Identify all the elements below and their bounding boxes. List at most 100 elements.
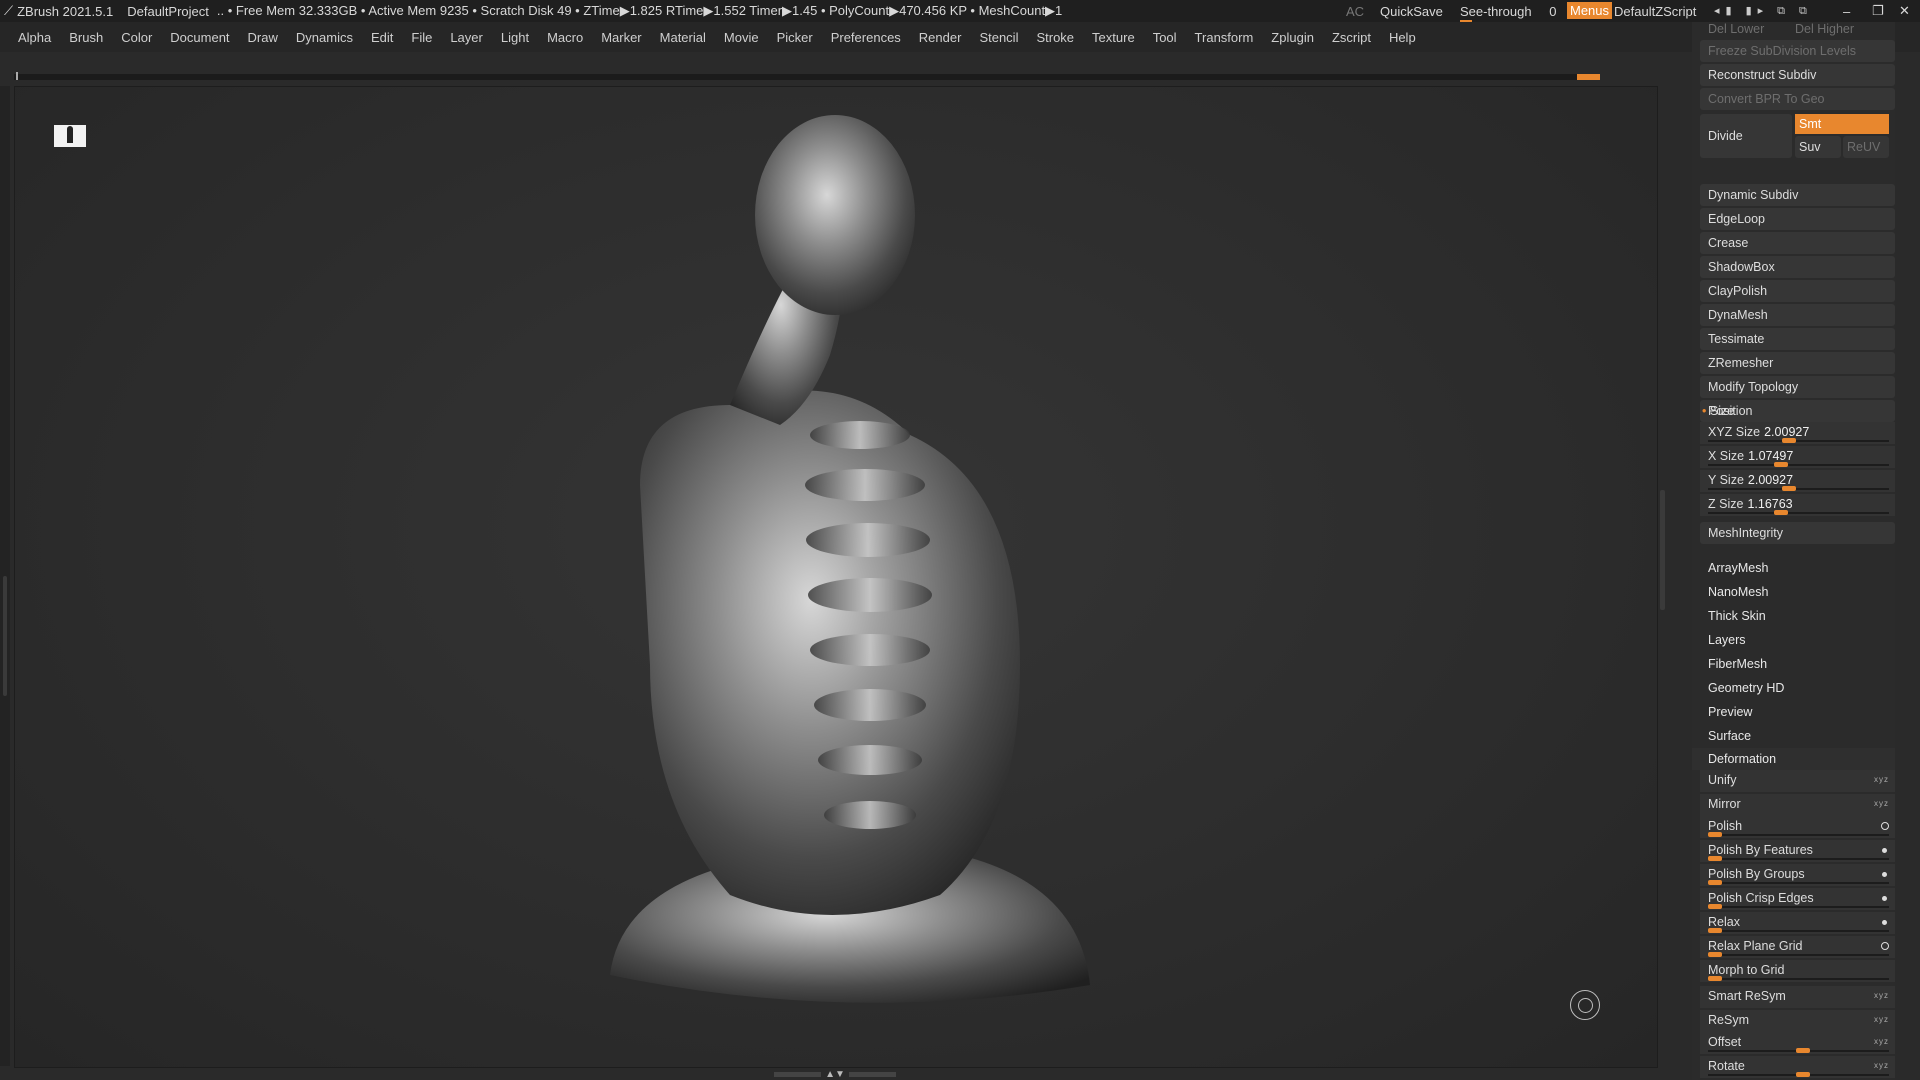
morph-grid-knob[interactable] xyxy=(1708,976,1722,981)
default-zscript-button[interactable]: DefaultZScript xyxy=(1614,4,1696,19)
menu-color[interactable]: Color xyxy=(112,30,161,45)
menu-draw[interactable]: Draw xyxy=(239,30,287,45)
reconstruct-subdiv-button[interactable]: Reconstruct Subdiv xyxy=(1700,64,1895,86)
subdiv-item-edgeloop[interactable]: EdgeLoop xyxy=(1700,208,1895,230)
relax-mode-icon[interactable] xyxy=(1882,920,1887,925)
axis-toggles-icon[interactable]: xyz xyxy=(1874,1010,1889,1030)
subpalette-nanomesh[interactable]: NanoMesh xyxy=(1692,581,1895,603)
subdiv-item-dynamesh[interactable]: DynaMesh xyxy=(1700,304,1895,326)
subpalette-geometry-hd[interactable]: Geometry HD xyxy=(1692,677,1895,699)
ac-button[interactable]: AC xyxy=(1346,4,1364,19)
axis-toggles-icon[interactable]: xyz xyxy=(1874,770,1889,790)
subpalette-arraymesh[interactable]: ArrayMesh xyxy=(1692,557,1895,579)
polish-mode-icon[interactable] xyxy=(1881,822,1889,830)
polish-crisp-mode-icon[interactable] xyxy=(1882,896,1887,901)
polish-groups-slider[interactable]: Polish By Groups xyxy=(1700,864,1895,886)
unify-button[interactable]: Unify xyz xyxy=(1700,770,1895,792)
del-lower-button[interactable]: Del Lower Del Higher xyxy=(1700,22,1895,36)
axis-toggles-icon[interactable]: xyz xyxy=(1874,1032,1889,1052)
relax-plane-mode-icon[interactable] xyxy=(1881,942,1889,950)
y-size-knob[interactable] xyxy=(1782,486,1796,491)
z-size-slider[interactable]: Z Size 1.16763 xyxy=(1700,494,1895,516)
subpalette-fibermesh[interactable]: FiberMesh xyxy=(1692,653,1895,675)
subdiv-item-shadowbox[interactable]: ShadowBox xyxy=(1700,256,1895,278)
x-size-knob[interactable] xyxy=(1774,462,1788,467)
menu-brush[interactable]: Brush xyxy=(60,30,112,45)
close-icon[interactable]: ✕ xyxy=(1899,3,1910,19)
menu-marker[interactable]: Marker xyxy=(592,30,650,45)
menu-macro[interactable]: Macro xyxy=(538,30,592,45)
menu-stroke[interactable]: Stroke xyxy=(1027,30,1083,45)
meshintegrity-subpalette[interactable]: MeshIntegrity xyxy=(1700,522,1895,544)
relax-plane-slider[interactable]: Relax Plane Grid xyxy=(1700,936,1895,958)
menu-layer[interactable]: Layer xyxy=(441,30,492,45)
polish-slider[interactable]: Polish xyxy=(1700,816,1895,838)
x-size-slider[interactable]: X Size 1.07497 xyxy=(1700,446,1895,468)
layout-next-icon[interactable]: ▮▸ xyxy=(1746,5,1770,17)
restore-layout-icon[interactable]: ⧉ xyxy=(1799,5,1813,17)
deformation-subpalette-header[interactable]: Deformation xyxy=(1692,748,1895,770)
polish-features-mode-icon[interactable] xyxy=(1882,848,1887,853)
relax-plane-knob[interactable] xyxy=(1708,952,1722,957)
menu-light[interactable]: Light xyxy=(492,30,538,45)
menu-render[interactable]: Render xyxy=(910,30,971,45)
mirror-button[interactable]: Mirror xyz xyxy=(1700,794,1895,816)
menu-picker[interactable]: Picker xyxy=(768,30,822,45)
gyro-orbit-icon[interactable] xyxy=(1570,990,1600,1020)
polish-crisp-slider[interactable]: Polish Crisp Edges xyxy=(1700,888,1895,910)
reuv-button[interactable]: ReUV xyxy=(1843,136,1889,158)
subdiv-item-tessimate[interactable]: Tessimate xyxy=(1700,328,1895,350)
size-subpalette-header[interactable]: • Size xyxy=(1700,400,1895,422)
minimize-icon[interactable]: – xyxy=(1843,4,1850,19)
polish-features-knob[interactable] xyxy=(1708,856,1722,861)
menu-preferences[interactable]: Preferences xyxy=(822,30,910,45)
menu-zscript[interactable]: Zscript xyxy=(1323,30,1380,45)
menu-transform[interactable]: Transform xyxy=(1186,30,1263,45)
divide-button[interactable]: Divide xyxy=(1700,114,1792,158)
menu-stencil[interactable]: Stencil xyxy=(970,30,1027,45)
subdiv-item-dynamic-subdiv[interactable]: Dynamic Subdiv xyxy=(1700,184,1895,206)
menu-movie[interactable]: Movie xyxy=(715,30,768,45)
subdiv-item-zremesher[interactable]: ZRemesher xyxy=(1700,352,1895,374)
smart-resym-button[interactable]: Smart ReSym xyz xyxy=(1700,986,1895,1008)
rotate-knob[interactable] xyxy=(1796,1072,1810,1077)
floor-camera-icon[interactable] xyxy=(54,125,86,147)
expand-arrows-icon[interactable]: ▲▼ xyxy=(825,1069,845,1080)
relax-slider[interactable]: Relax xyxy=(1700,912,1895,934)
menu-texture[interactable]: Texture xyxy=(1083,30,1144,45)
right-tray-handle[interactable] xyxy=(1660,490,1665,610)
bottom-tray-handle[interactable]: ▲▼ xyxy=(770,1069,900,1080)
polish-groups-knob[interactable] xyxy=(1708,880,1722,885)
subdiv-item-claypolish[interactable]: ClayPolish xyxy=(1700,280,1895,302)
subpalette-layers[interactable]: Layers xyxy=(1692,629,1895,651)
suv-toggle[interactable]: Suv xyxy=(1795,136,1841,158)
subpalette-surface[interactable]: Surface xyxy=(1692,725,1895,747)
offset-slider[interactable]: Offset xyz xyxy=(1700,1032,1895,1054)
subdiv-item-modify-topology[interactable]: Modify Topology xyxy=(1700,376,1895,398)
menu-tool[interactable]: Tool xyxy=(1144,30,1186,45)
menu-edit[interactable]: Edit xyxy=(362,30,402,45)
axis-toggles-icon[interactable]: xyz xyxy=(1874,986,1889,1006)
convert-bpr-button[interactable]: Convert BPR To Geo xyxy=(1700,88,1895,110)
rotate-slider[interactable]: Rotate xyz xyxy=(1700,1056,1895,1078)
relax-knob[interactable] xyxy=(1708,928,1722,933)
morph-grid-slider[interactable]: Morph to Grid xyxy=(1700,960,1895,982)
sculpt-mesh[interactable] xyxy=(580,105,1120,1025)
axis-toggles-icon[interactable]: xyz xyxy=(1874,1056,1889,1076)
freeze-subdiv-button[interactable]: Freeze SubDivision Levels xyxy=(1700,40,1895,62)
polish-features-slider[interactable]: Polish By Features xyxy=(1700,840,1895,862)
resym-button[interactable]: ReSym xyz xyxy=(1700,1010,1895,1032)
menu-document[interactable]: Document xyxy=(161,30,238,45)
polish-knob[interactable] xyxy=(1708,832,1722,837)
seethrough-slider[interactable]: See-through 0 xyxy=(1460,4,1556,24)
polish-crisp-knob[interactable] xyxy=(1708,904,1722,909)
maximize-icon[interactable]: ❐ xyxy=(1872,3,1884,19)
subpalette-preview[interactable]: Preview xyxy=(1692,701,1895,723)
menu-file[interactable]: File xyxy=(402,30,441,45)
menu-zplugin[interactable]: Zplugin xyxy=(1262,30,1323,45)
xyz-size-slider[interactable]: XYZ Size 2.00927 xyxy=(1700,422,1895,444)
menu-help[interactable]: Help xyxy=(1380,30,1425,45)
xyz-size-knob[interactable] xyxy=(1782,438,1796,443)
subdiv-item-crease[interactable]: Crease xyxy=(1700,232,1895,254)
menu-material[interactable]: Material xyxy=(651,30,715,45)
